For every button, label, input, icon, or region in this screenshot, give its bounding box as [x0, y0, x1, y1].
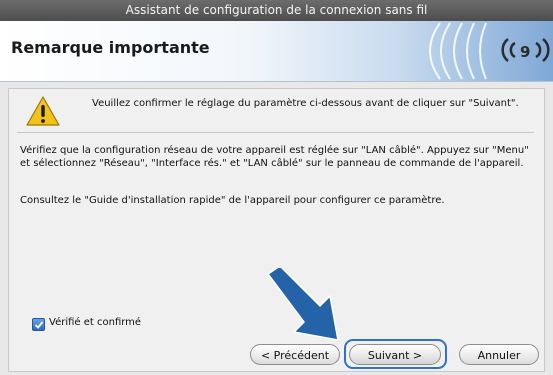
- page-title: Remarque importante: [11, 38, 210, 57]
- cancel-button[interactable]: Annuler: [459, 344, 539, 365]
- confirm-checkbox-label[interactable]: Vérifié et confirmé: [49, 317, 141, 328]
- svg-text:9: 9: [520, 43, 530, 61]
- notice-text: Veuillez confirmer le réglage du paramèt…: [92, 98, 519, 109]
- warning-icon: [26, 96, 60, 126]
- reference-text: Consultez le "Guide d'installation rapid…: [20, 195, 445, 206]
- divider: [17, 132, 534, 133]
- wireless-signal-icon: 9: [429, 22, 550, 80]
- checkmark-icon: [34, 321, 44, 329]
- confirm-checkbox[interactable]: [32, 318, 45, 331]
- arrow-pointer-icon: [266, 268, 339, 341]
- wizard-header: Remarque importante 9: [0, 21, 553, 82]
- instruction-text: Vérifiez que la configuration réseau de …: [20, 145, 529, 169]
- wizard-window: Assistant de configuration de la connexi…: [0, 0, 553, 375]
- next-button[interactable]: Suivant >: [349, 344, 441, 365]
- window-title: Assistant de configuration de la connexi…: [0, 0, 553, 21]
